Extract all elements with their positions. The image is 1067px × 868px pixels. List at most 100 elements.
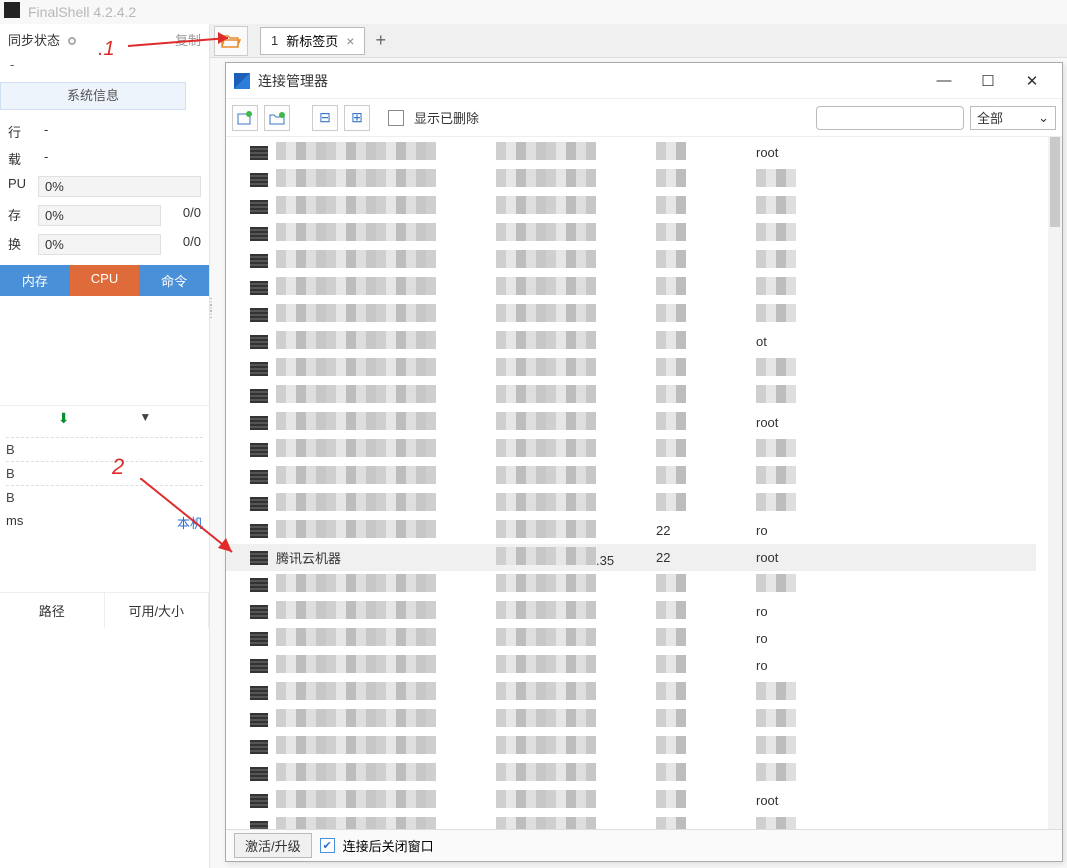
size-header[interactable]: 可用/大小: [105, 593, 210, 628]
sync-status-dot: [68, 37, 76, 45]
connection-list[interactable]: root ot root 22ro腾讯云机器.3522root ro ro ro root: [226, 137, 1062, 829]
chevron-down-icon: ⌄: [1038, 110, 1049, 126]
connection-name: [276, 412, 496, 433]
connection-name: [276, 736, 496, 757]
connection-row[interactable]: [226, 193, 1036, 220]
connection-row[interactable]: ot: [226, 328, 1036, 355]
connection-row[interactable]: root: [226, 139, 1036, 166]
add-tab-button[interactable]: +: [375, 30, 386, 51]
connection-user: [756, 196, 856, 217]
connection-user: [756, 277, 856, 298]
connection-port: [656, 763, 756, 784]
connection-row[interactable]: [226, 706, 1036, 733]
terminal-icon: [250, 740, 268, 754]
connection-row[interactable]: root: [226, 787, 1036, 814]
connection-name: [276, 196, 496, 217]
connection-name: [276, 304, 496, 325]
connection-ip: [496, 277, 656, 298]
connection-ip: [496, 223, 656, 244]
connection-name: [276, 385, 496, 406]
connection-row[interactable]: ro: [226, 652, 1036, 679]
connection-row[interactable]: [226, 274, 1036, 301]
connection-name: [276, 331, 496, 352]
segment-cpu[interactable]: CPU: [70, 265, 140, 296]
close-after-checkbox[interactable]: ✔: [320, 838, 335, 853]
collapse-all-button[interactable]: ⊟: [312, 105, 338, 131]
path-header[interactable]: 路径: [0, 593, 105, 628]
show-deleted-label: 显示已删除: [414, 108, 479, 127]
download-icon[interactable]: ⬇: [58, 410, 70, 427]
connection-row[interactable]: [226, 733, 1036, 760]
tab-number: 1: [271, 33, 278, 48]
connection-row[interactable]: [226, 463, 1036, 490]
segment-mem[interactable]: 内存: [0, 265, 70, 296]
connection-row[interactable]: 腾讯云机器.3522root: [226, 544, 1036, 571]
connection-name: [276, 358, 496, 379]
search-input[interactable]: [816, 106, 964, 130]
terminal-icon: [250, 659, 268, 673]
scrollbar-vertical[interactable]: [1048, 137, 1062, 829]
minimize-button[interactable]: —: [922, 72, 966, 89]
connection-row[interactable]: [226, 166, 1036, 193]
new-folder-button[interactable]: [264, 105, 290, 131]
connection-row[interactable]: [226, 814, 1036, 829]
mem-label: 存: [8, 205, 38, 226]
segment-cmd[interactable]: 命令: [139, 265, 209, 296]
tab-close-icon[interactable]: ×: [346, 33, 354, 49]
segment-tabs: 内存 CPU 命令: [0, 265, 209, 296]
new-connection-button[interactable]: [232, 105, 258, 131]
connection-row[interactable]: [226, 571, 1036, 598]
annotation-1: .1: [98, 38, 115, 61]
maximize-button[interactable]: ☐: [966, 72, 1010, 90]
connection-user: [756, 736, 856, 757]
connection-row[interactable]: 22ro: [226, 517, 1036, 544]
system-info-button[interactable]: 系统信息: [0, 82, 186, 110]
cm-title-icon: [234, 73, 250, 89]
connection-row[interactable]: [226, 301, 1036, 328]
connection-row[interactable]: ro: [226, 625, 1036, 652]
connection-row[interactable]: [226, 247, 1036, 274]
panel-divider-handle[interactable]: ⋮⋮⋮: [206, 300, 214, 340]
tab-new[interactable]: 1 新标签页 ×: [260, 27, 365, 55]
connection-row[interactable]: [226, 436, 1036, 463]
connection-row[interactable]: root: [226, 409, 1036, 436]
mem-value: 0%: [38, 205, 161, 226]
connection-ip: [496, 790, 656, 811]
sync-status-label: 同步状态: [8, 33, 60, 48]
scrollbar-thumb[interactable]: [1050, 137, 1060, 227]
close-button[interactable]: ✕: [1010, 72, 1054, 90]
connection-row[interactable]: [226, 760, 1036, 787]
terminal-icon: [250, 443, 268, 457]
connection-user: [756, 466, 856, 487]
connection-row[interactable]: [226, 490, 1036, 517]
cm-toolbar: ⊟ ⊞ 显示已删除 🔍 全部 ⌄: [226, 99, 1062, 137]
connection-user: ro: [756, 631, 856, 646]
cm-titlebar[interactable]: 连接管理器 — ☐ ✕: [226, 63, 1062, 99]
connection-row[interactable]: ro: [226, 598, 1036, 625]
connection-row[interactable]: [226, 679, 1036, 706]
connection-user: root: [756, 550, 856, 565]
connection-row[interactable]: [226, 220, 1036, 247]
terminal-icon: [250, 362, 268, 376]
connection-name: [276, 817, 496, 829]
show-deleted-checkbox[interactable]: [388, 110, 404, 126]
connection-user: [756, 817, 856, 829]
annotation-arrow-1: [128, 28, 238, 54]
terminal-icon: [250, 713, 268, 727]
filter-select[interactable]: 全部 ⌄: [970, 106, 1056, 130]
connection-row[interactable]: [226, 382, 1036, 409]
connection-name: [276, 277, 496, 298]
dropdown-icon[interactable]: ▼: [139, 410, 151, 427]
terminal-icon: [250, 335, 268, 349]
connection-row[interactable]: [226, 355, 1036, 382]
activate-upgrade-button[interactable]: 激活/升级: [234, 833, 312, 858]
expand-all-button[interactable]: ⊞: [344, 105, 370, 131]
close-after-label: 连接后关闭窗口: [343, 836, 434, 855]
terminal-icon: [250, 686, 268, 700]
connection-ip: [496, 358, 656, 379]
connection-ip: [496, 817, 656, 829]
mem-extra: 0/0: [161, 205, 201, 226]
connection-ip: [496, 169, 656, 190]
connection-port: [656, 682, 756, 703]
connection-user: ro: [756, 658, 856, 673]
